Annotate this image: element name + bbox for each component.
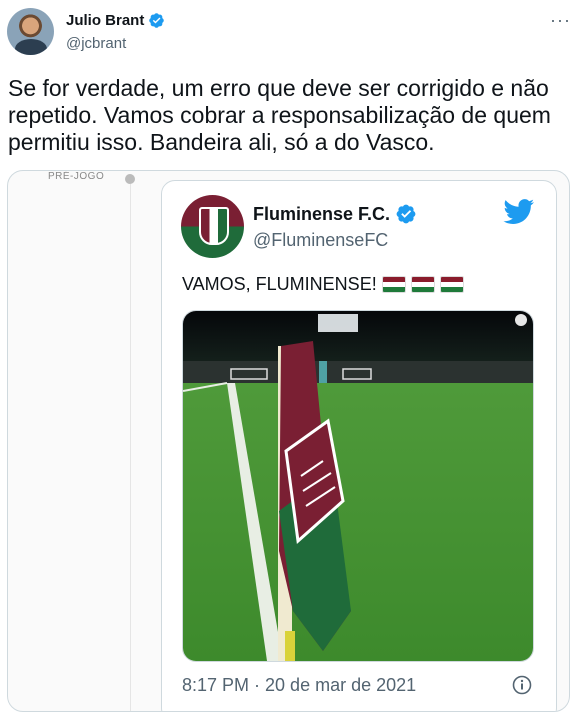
embedded-tweet-text: VAMOS, FLUMINENSE! [182,274,377,294]
tweet-text: Se for verdade, um erro que deve ser cor… [8,75,551,155]
corner-flag-photo [182,310,534,662]
author-name[interactable]: Julio Brant [66,12,144,29]
author-name-row: Julio Brant [66,12,165,29]
timeline-dot [125,174,135,184]
more-options-icon[interactable]: ··· [550,10,571,31]
info-icon [512,675,532,695]
twitter-bird-icon [503,199,535,224]
fluminense-flag-emoji [381,276,406,293]
embedded-tweet-card: Fluminense F.C. @FluminenseFC VAMOS, FLU… [161,180,557,711]
embedded-author-name: Fluminense F.C. [253,203,391,224]
embedded-author-handle: @FluminenseFC [253,230,389,250]
embedded-author-row: Fluminense F.C. [253,203,417,225]
timeline-label: PRÉ-JOGO [48,171,105,182]
fluminense-flag-emoji [439,276,464,293]
author-handle[interactable]: @jcbrant [66,35,126,52]
fluminense-logo [181,195,244,258]
embedded-tweet-text-row: VAMOS, FLUMINENSE! [182,274,464,295]
verified-badge-icon [396,204,416,224]
embedded-tweet-timestamp: 8:17 PM · 20 de mar de 2021 [182,675,417,695]
tweet-header: Julio Brant @jcbrant ··· [0,0,575,64]
tweet-media-image[interactable]: PRÉ-JOGO Fluminense F.C. @FluminenseFC V… [7,170,570,712]
fluminense-flag-emoji [410,276,435,293]
timeline-line [130,184,131,711]
verified-badge-icon [149,13,165,28]
author-avatar[interactable] [7,8,54,55]
